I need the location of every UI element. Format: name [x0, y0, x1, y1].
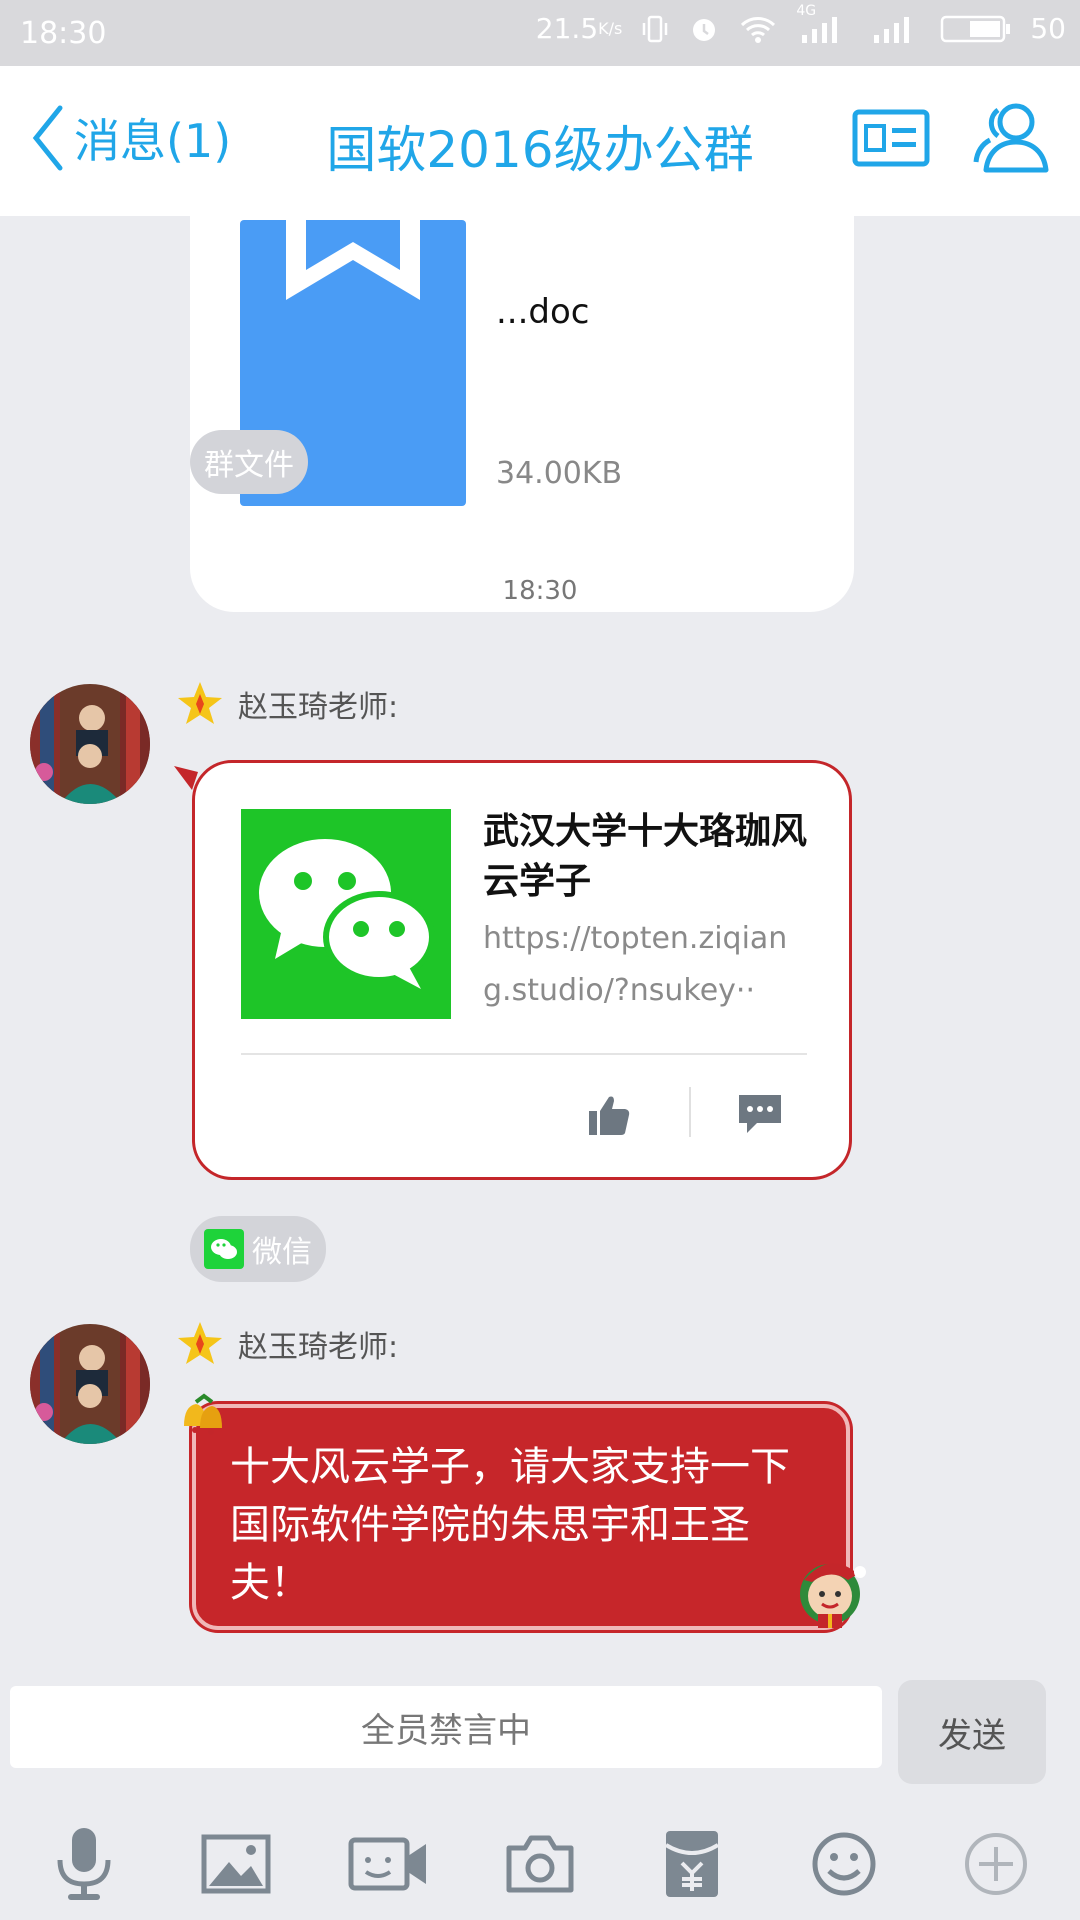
- profile-card-icon: [852, 109, 930, 167]
- vibrate-icon: [640, 14, 670, 44]
- file-size: 34.00KB: [496, 456, 623, 491]
- link-share-card[interactable]: 武汉大学十大珞珈风云学子 https://topten.ziqiang.stud…: [192, 760, 852, 1180]
- avatar[interactable]: [30, 1324, 150, 1444]
- status-time: 18:30: [20, 16, 107, 51]
- chat-header: 消息(1) 国软2016级办公群: [0, 66, 1080, 216]
- back-button[interactable]: 消息(1): [30, 104, 231, 172]
- like-button[interactable]: [587, 1093, 631, 1141]
- sender-name[interactable]: 赵玉琦老师:: [176, 680, 398, 728]
- divider: [241, 1053, 807, 1055]
- more-button[interactable]: [954, 1822, 1038, 1906]
- link-title: 武汉大学十大珞珈风云学子: [483, 811, 808, 902]
- source-label: 群文件: [204, 448, 294, 483]
- red-packet-button[interactable]: [650, 1822, 734, 1906]
- camera-button[interactable]: [498, 1822, 582, 1906]
- group-file-source-tag[interactable]: 群文件: [190, 430, 308, 494]
- message-input[interactable]: 全员禁言中: [10, 1686, 882, 1768]
- signal-icon-1: 4G: [796, 3, 850, 45]
- input-placeholder: 全员禁言中: [361, 1710, 531, 1751]
- wifi-icon: [738, 13, 778, 45]
- wechat-source-tag[interactable]: 微信: [190, 1216, 326, 1282]
- back-label: 消息(1): [74, 114, 232, 168]
- plus-icon: [965, 1833, 1027, 1895]
- input-row: 全员禁言中 发送: [0, 1680, 1080, 1794]
- divider: [689, 1087, 691, 1137]
- comment-icon: [739, 1095, 781, 1133]
- emoji-button[interactable]: [802, 1822, 886, 1906]
- file-name: ...doc: [496, 292, 590, 332]
- net-speed: 21.5 K/s: [535, 12, 623, 45]
- link-url: https://topten.ziqiang.studio/?nsukey··: [483, 921, 788, 1008]
- text-message-bubble[interactable]: 十大风云学子，请大家支持一下国际软件学院的朱思宇和王圣夫！: [192, 1404, 850, 1630]
- message-timestamp: 18:30: [502, 576, 578, 606]
- sender-name[interactable]: 赵玉琦老师:: [176, 1320, 398, 1368]
- comment-button[interactable]: [737, 1093, 783, 1139]
- status-icons: 21.5 K/s 4G 50: [535, 3, 1066, 46]
- message-text: 十大风云学子，请大家支持一下国际软件学院的朱思宇和王圣夫！: [230, 1444, 790, 1606]
- christmas-bells-icon: [184, 1393, 222, 1435]
- voice-button[interactable]: [42, 1822, 126, 1906]
- image-icon: [201, 1834, 271, 1894]
- star-badge-icon: [178, 682, 222, 724]
- wechat-icon: [204, 1229, 244, 1269]
- file-message-card[interactable]: ...doc 34.00KB: [190, 216, 854, 612]
- wechat-logo-icon: [259, 839, 435, 989]
- red-packet-icon: [664, 1831, 720, 1897]
- thumbs-up-icon: [589, 1096, 630, 1135]
- group-info-button[interactable]: [852, 100, 930, 178]
- video-call-button[interactable]: [346, 1822, 430, 1906]
- send-button[interactable]: 发送: [898, 1680, 1046, 1784]
- status-bar: 18:30 21.5 K/s 4G 50: [0, 0, 1080, 66]
- video-call-icon: [348, 1837, 426, 1891]
- wechat-thumbnail: [241, 809, 451, 1019]
- camera-icon: [506, 1835, 574, 1893]
- star-badge-icon: [178, 1322, 222, 1364]
- input-toolbar: [0, 1800, 1080, 1920]
- emoji-icon: [812, 1832, 876, 1896]
- image-button[interactable]: [194, 1822, 278, 1906]
- christmas-elf-sticker-icon: [800, 1563, 866, 1628]
- battery-icon: [940, 13, 1012, 45]
- chevron-left-icon: [32, 105, 63, 171]
- source-label: 微信: [252, 1235, 312, 1270]
- users-icon: [973, 103, 1049, 173]
- chat-area[interactable]: ...doc 34.00KB 群文件 18:30 赵玉琦老师: 武汉大学十大珞珈…: [0, 216, 1080, 1680]
- microphone-icon: [57, 1828, 111, 1900]
- alarm-icon: [688, 13, 720, 45]
- battery-level: 50: [1030, 12, 1066, 45]
- group-members-button[interactable]: [972, 100, 1054, 178]
- signal-icon-2: [868, 13, 922, 45]
- avatar[interactable]: [30, 684, 150, 804]
